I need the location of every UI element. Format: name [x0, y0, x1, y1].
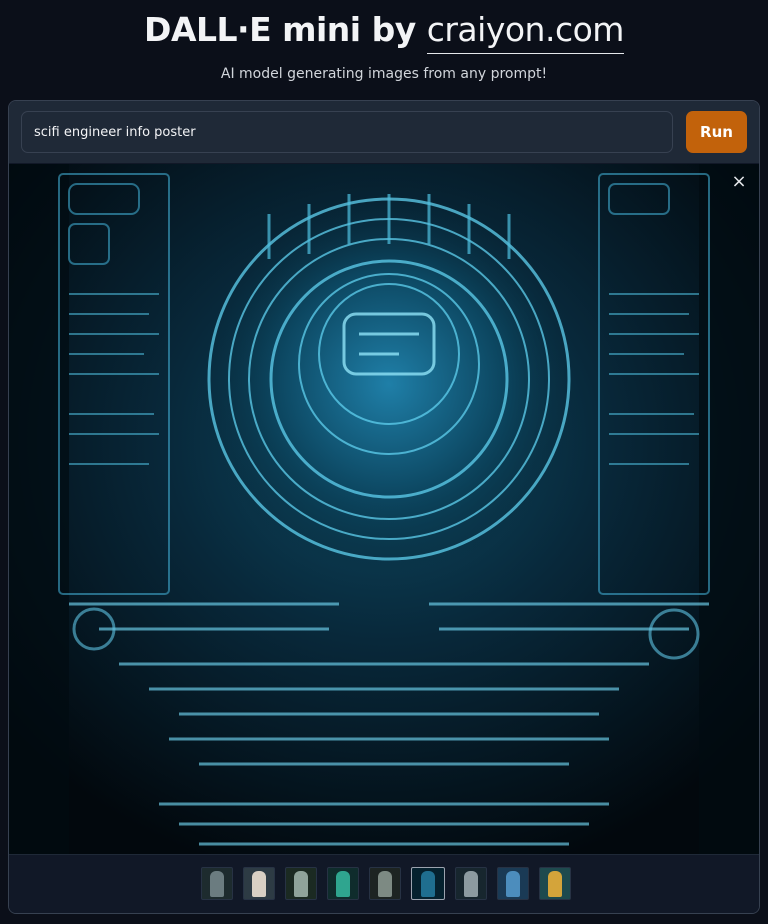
thumbnail-6[interactable]	[411, 867, 445, 900]
thumbnail-4[interactable]	[327, 867, 359, 900]
thumbnail-8[interactable]	[497, 867, 529, 900]
thumbnail-3[interactable]	[285, 867, 317, 900]
thumbnail-figure	[294, 871, 308, 897]
thumbnail-1[interactable]	[201, 867, 233, 900]
generator-panel: Run	[8, 100, 760, 914]
thumbnail-figure	[210, 871, 224, 897]
thumbnail-5[interactable]	[369, 867, 401, 900]
thumbnail-figure	[336, 871, 350, 897]
thumbnail-figure	[378, 871, 392, 897]
thumbnail-figure	[464, 871, 478, 897]
close-icon[interactable]: ×	[729, 172, 749, 192]
thumbnail-figure	[548, 871, 562, 897]
thumbnail-9[interactable]	[539, 867, 571, 900]
title-text: DALL·E mini by	[144, 10, 427, 49]
thumbnail-7[interactable]	[455, 867, 487, 900]
page-subtitle: AI model generating images from any prom…	[220, 66, 548, 82]
prompt-row: Run	[9, 101, 759, 163]
thumbnail-2[interactable]	[243, 867, 275, 900]
generated-image	[9, 164, 759, 854]
generated-image-viewer: ×	[9, 164, 759, 854]
thumbnail-figure	[252, 871, 266, 897]
thumbnail-figure	[506, 871, 520, 897]
thumbnail-figure	[421, 871, 435, 897]
page: DALL·E mini by craiyon.com AI model gene…	[0, 0, 768, 924]
craiyon-link[interactable]: craiyon.com	[426, 10, 624, 54]
run-button[interactable]: Run	[686, 111, 747, 153]
thumbnail-list	[201, 867, 571, 901]
thumbnail-strip	[9, 854, 759, 913]
prompt-input[interactable]	[21, 111, 673, 153]
page-title: DALL·E mini by craiyon.com	[0, 10, 768, 54]
header: DALL·E mini by craiyon.com AI model gene…	[0, 0, 768, 100]
